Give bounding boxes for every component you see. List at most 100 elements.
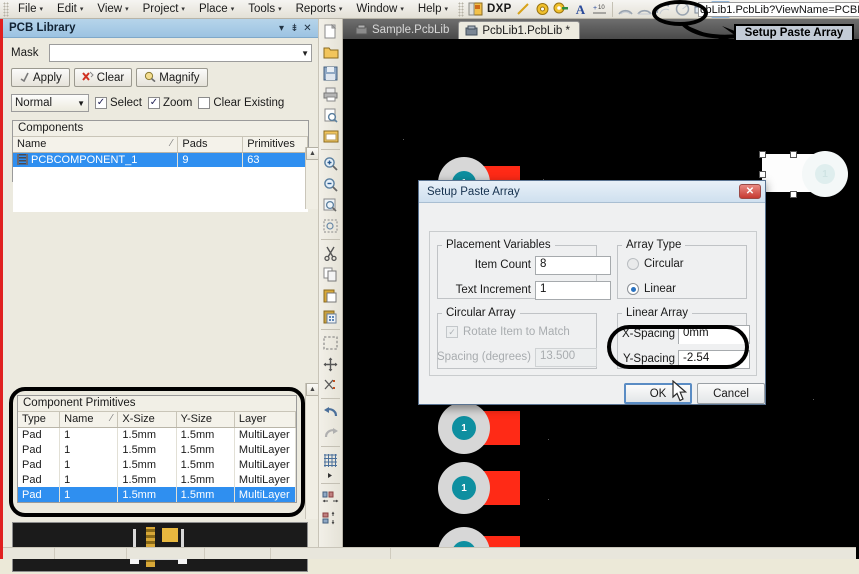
select-area-icon[interactable] [320, 333, 341, 353]
full-circle-icon[interactable] [673, 1, 692, 18]
menu-place[interactable]: Place ▾ [192, 2, 241, 17]
table-row[interactable]: PCBCOMPONENT_1 9 63 [13, 152, 308, 167]
pad-icon[interactable] [533, 1, 552, 18]
text-increment-input[interactable]: 1 [535, 281, 611, 300]
tab-pcblib1-pcblib[interactable]: PcbLib1.PcbLib * [458, 21, 580, 39]
dxp-home-icon[interactable] [466, 1, 485, 18]
line-icon[interactable] [514, 1, 533, 18]
open-icon[interactable] [320, 42, 341, 62]
panel-dropdown-icon[interactable]: ▾ [275, 22, 288, 35]
undo-icon[interactable] [320, 402, 341, 422]
col-name[interactable]: Name ⁄ [13, 137, 179, 153]
zoom-selection-icon[interactable] [320, 216, 341, 236]
arc-edge-icon[interactable] [635, 1, 654, 18]
col-ysize[interactable]: Y-Size [176, 412, 235, 428]
menu-reports-label: Reports [295, 2, 336, 15]
document-options-icon[interactable] [320, 126, 341, 146]
zoom-in-icon[interactable] [320, 153, 341, 173]
table-row[interactable]: Pad 1 1.5mm 1.5mm MultiLayer [18, 427, 297, 442]
selection-handle[interactable] [790, 151, 797, 158]
cancel-button[interactable]: Cancel [697, 383, 765, 404]
col-xsize[interactable]: X-Size [117, 412, 177, 428]
zoom-checkbox[interactable]: ✓ Zoom [147, 97, 192, 109]
toolbar-grip-2[interactable] [458, 1, 464, 17]
save-icon[interactable] [320, 63, 341, 83]
menu-tools[interactable]: Tools ▾ [241, 2, 288, 17]
col-pads[interactable]: Pads [177, 137, 244, 153]
deselect-all-icon[interactable] [320, 375, 341, 395]
tab-sample-pcblib[interactable]: Sample.PcbLib [349, 21, 458, 39]
dialog-title-bar[interactable]: Setup Paste Array ✕ [419, 181, 765, 203]
string-icon[interactable]: A [571, 1, 590, 18]
spacing-degrees-label: Spacing (degrees) [437, 351, 531, 363]
magnify-button[interactable]: Magnify [136, 68, 208, 87]
table-row[interactable]: Pad 1 1.5mm 1.5mm MultiLayer [18, 442, 297, 457]
clear-existing-checkbox[interactable]: Clear Existing [198, 97, 284, 109]
menu-file[interactable]: File ▾ [11, 2, 50, 17]
select-checkbox[interactable]: ✓ Select [95, 97, 142, 109]
print-preview-icon[interactable] [320, 105, 341, 125]
redo-icon[interactable] [320, 423, 341, 443]
menu-reports[interactable]: Reports ▾ [289, 2, 350, 17]
y-spacing-input[interactable]: -2.54 [678, 350, 750, 369]
paste-icon[interactable] [320, 285, 341, 305]
rotate-item-label: Rotate Item to Match [463, 326, 570, 338]
col-primitives[interactable]: Primitives [242, 137, 308, 153]
menu-edit[interactable]: Edit ▾ [50, 2, 90, 17]
new-icon[interactable] [320, 21, 341, 41]
clear-button[interactable]: Clear [73, 68, 133, 87]
item-count-input[interactable]: 8 [535, 256, 611, 275]
mask-mode-value: Normal [15, 97, 53, 109]
pad-designator: 1 [452, 416, 476, 440]
view-url-field[interactable]: cbLib1.PcbLib?ViewName=PCBEc [698, 2, 859, 17]
table-row[interactable]: Pad 1 1.5mm 1.5mm MultiLayer [18, 457, 297, 472]
components-scrollbar[interactable]: ▲ [305, 147, 319, 209]
menu-view[interactable]: View ▾ [90, 2, 135, 17]
toolbar-grip[interactable] [3, 1, 9, 17]
zoom-area-icon[interactable] [320, 195, 341, 215]
arc-center-icon[interactable] [616, 1, 635, 18]
align-vertical-icon[interactable] [320, 508, 341, 528]
table-row[interactable]: Pad 1 1.5mm 1.5mm MultiLayer [18, 472, 297, 487]
mask-input[interactable]: ▼ [49, 44, 312, 62]
print-icon[interactable] [320, 84, 341, 104]
menu-project[interactable]: Project ▾ [136, 2, 192, 17]
grid-dropdown-icon[interactable] [320, 471, 341, 480]
primitives-scrollbar[interactable]: ▲ [305, 383, 319, 519]
col-type[interactable]: Type [18, 412, 61, 428]
close-icon[interactable]: ✕ [739, 184, 761, 199]
copy-icon[interactable] [320, 264, 341, 284]
x-spacing-input[interactable]: 0mm [678, 325, 750, 344]
chevron-down-icon[interactable]: ▼ [301, 49, 309, 58]
radio-circular[interactable]: Circular [627, 258, 684, 270]
mask-mode-select[interactable]: Normal ▼ [11, 94, 89, 112]
panel-pin-icon[interactable]: ⇟ [288, 22, 301, 35]
selected-pcb-pad[interactable]: 1 [757, 146, 857, 198]
arc-any-angle-icon[interactable] [654, 1, 673, 18]
move-icon[interactable] [320, 354, 341, 374]
paste-special-icon[interactable] [320, 306, 341, 326]
selection-handle[interactable] [759, 151, 766, 158]
align-horizontal-icon[interactable] [320, 487, 341, 507]
dimension-icon[interactable]: + 10 [590, 1, 609, 18]
dxp-label[interactable]: DXP [485, 3, 514, 15]
zoom-out-icon[interactable] [320, 174, 341, 194]
selection-handle[interactable] [759, 171, 766, 178]
selection-handle[interactable] [790, 191, 797, 198]
cell-name: 1 [59, 472, 119, 487]
panel-close-icon[interactable]: ✕ [301, 22, 314, 35]
radio-linear[interactable]: Linear [627, 283, 676, 295]
components-caption: Components [13, 121, 308, 137]
cut-icon[interactable] [320, 243, 341, 263]
col-prim-name[interactable]: Name ⁄ [59, 412, 119, 428]
apply-button[interactable]: Apply [11, 68, 70, 87]
via-icon[interactable] [552, 1, 571, 18]
menu-window[interactable]: Window ▾ [349, 2, 410, 17]
grid-icon[interactable] [320, 450, 341, 470]
col-layer[interactable]: Layer [234, 412, 297, 428]
cell-ysize: 1.5mm [176, 442, 235, 457]
spacing-degrees-input: 13.500 [535, 348, 597, 367]
menu-help[interactable]: Help ▾ [411, 2, 455, 17]
menu-window-label: Window [356, 2, 398, 15]
table-row[interactable]: Pad 1 1.5mm 1.5mm MultiLayer [18, 487, 297, 502]
